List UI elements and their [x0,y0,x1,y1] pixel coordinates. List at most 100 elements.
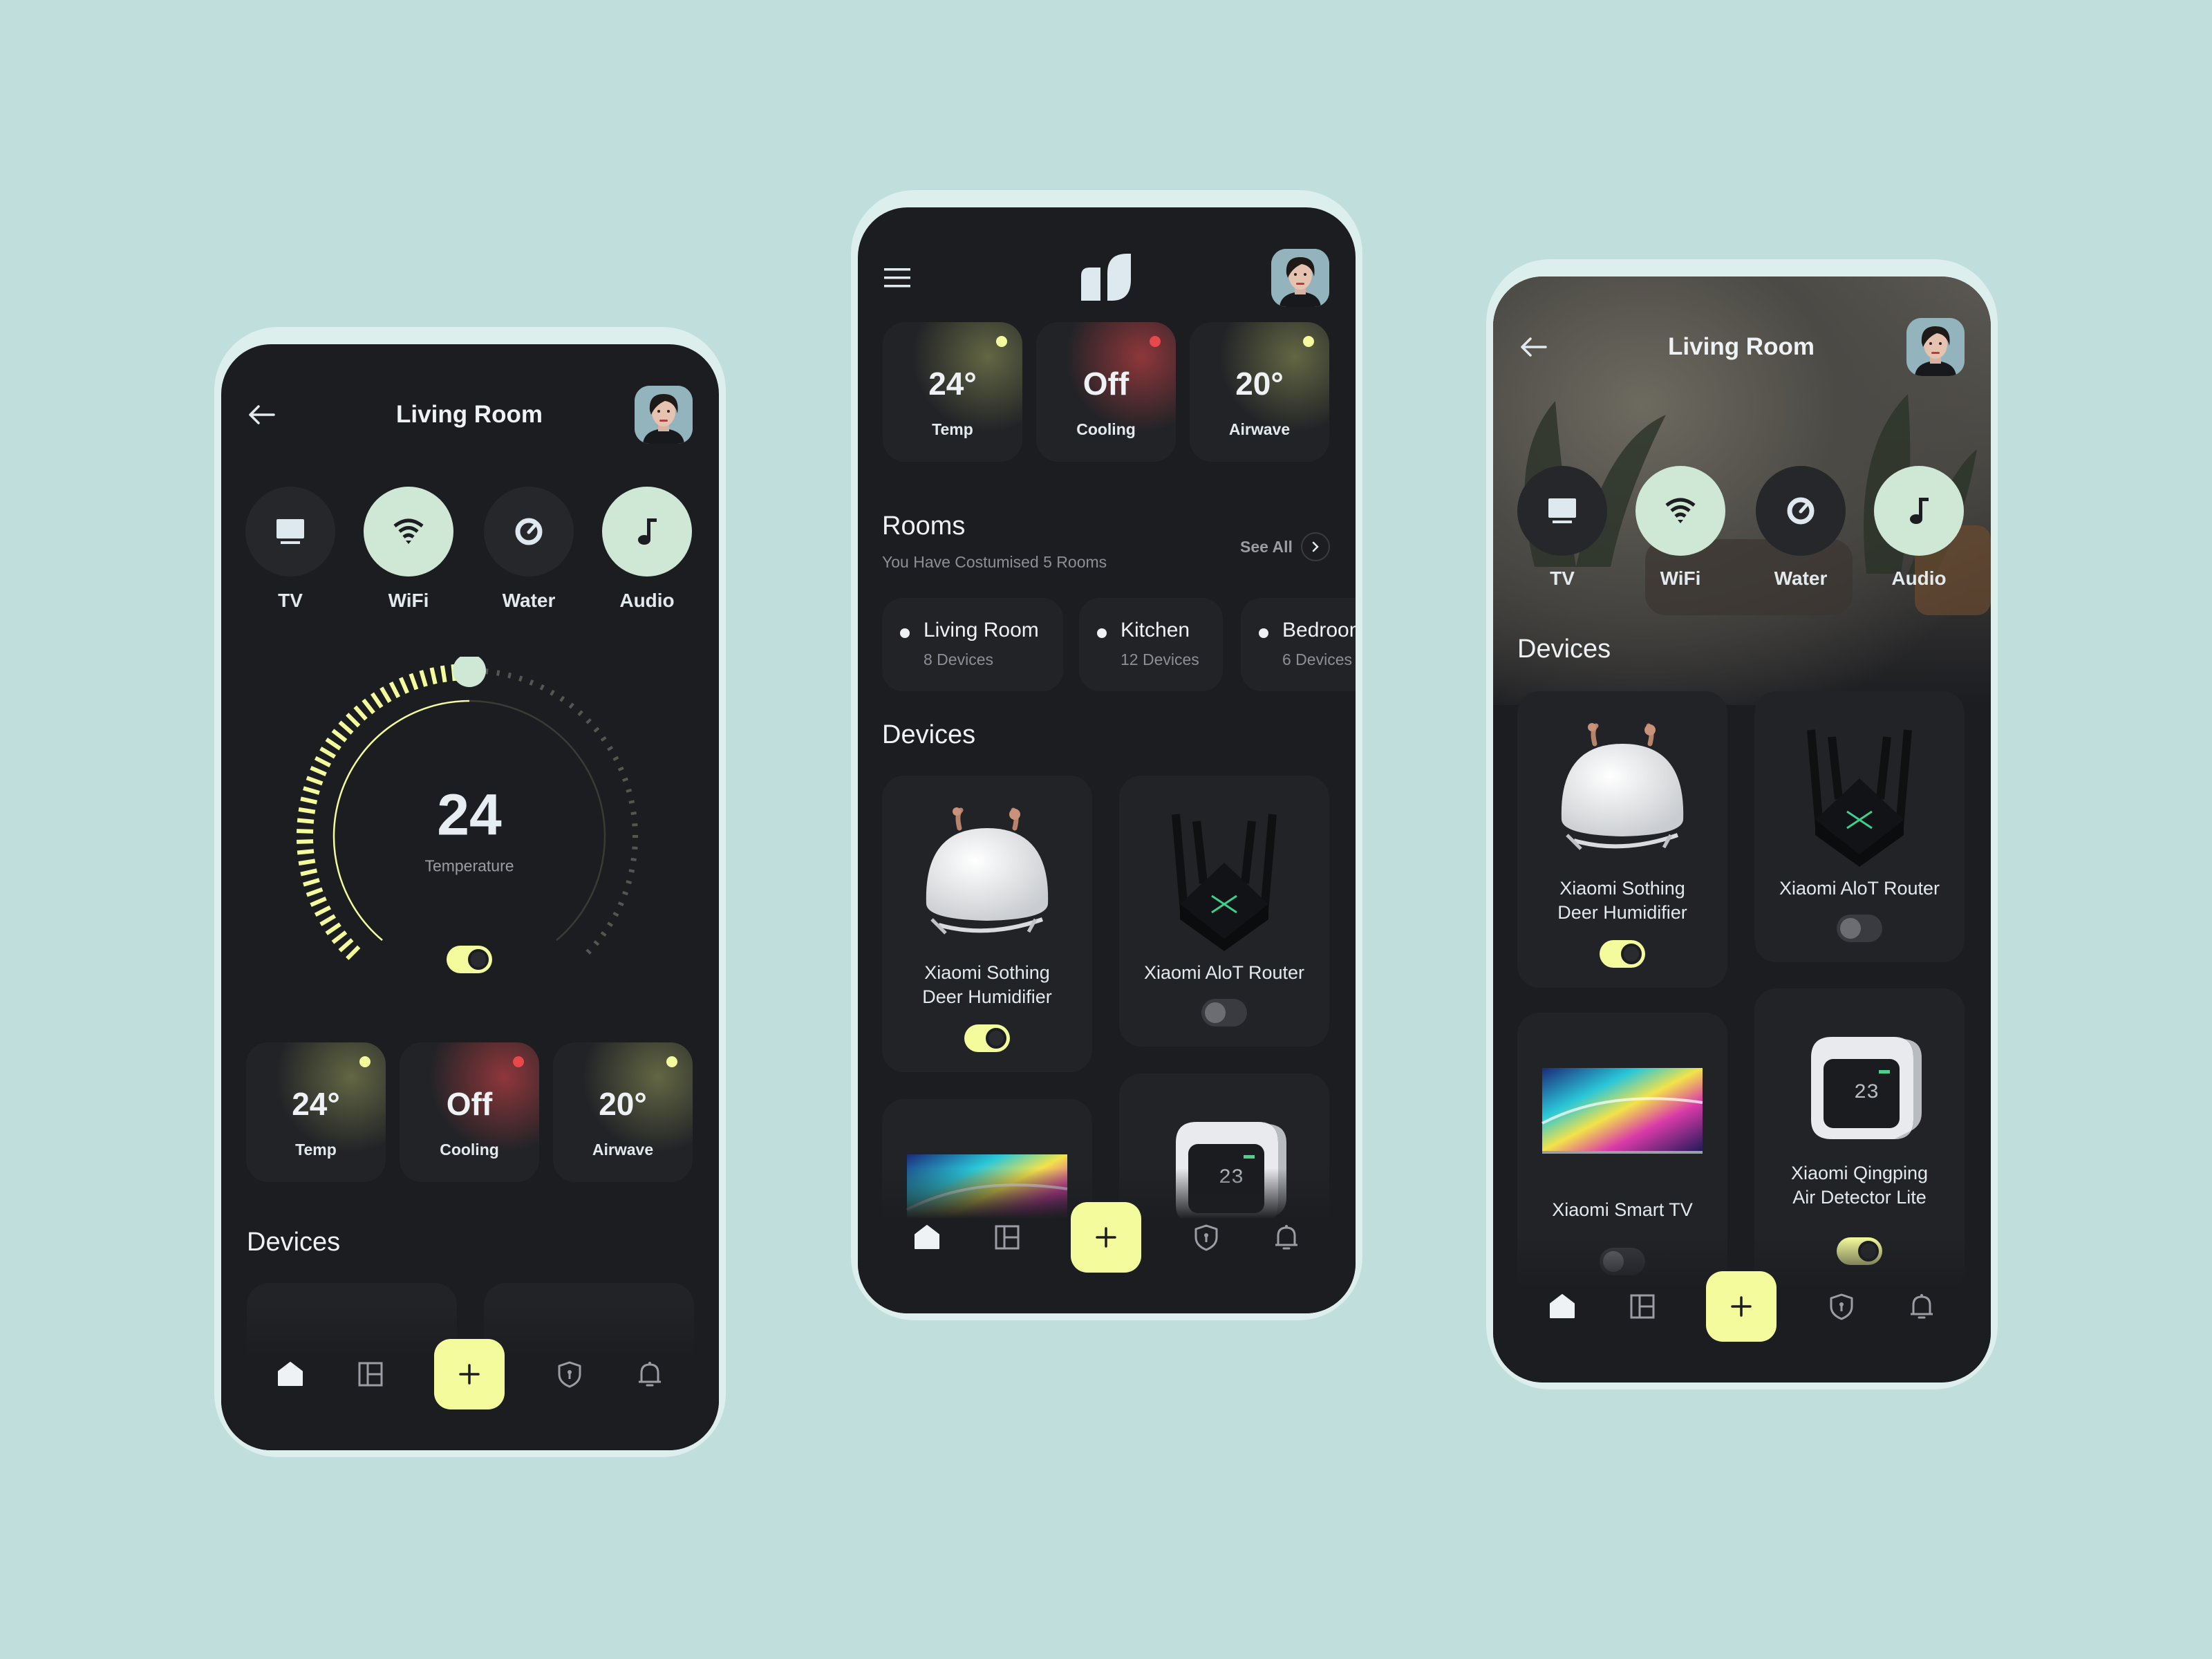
dial-tick-active [440,665,447,683]
thermostat-power-toggle[interactable] [447,946,492,973]
dial-tick-active [370,692,384,709]
menu-button[interactable] [884,264,915,292]
shield-icon [558,1361,581,1388]
rooms-icon [358,1362,383,1387]
dial-tick-active [379,686,392,703]
dial-tick-active [325,922,341,936]
nav-rooms[interactable] [348,1352,393,1396]
app-logo [1080,252,1132,306]
stat-card-cooling[interactable]: Off Cooling [1036,322,1176,462]
dial-tick-inactive [577,710,583,716]
bottom-navigation [858,1168,1356,1313]
phone-living-room-devices: Living Room TV WiFi Water Audio Devices Xiaomi… [1486,259,1998,1389]
stat-card-temp[interactable]: 24° Temp [246,1042,386,1182]
quick-toggle-wifi[interactable] [364,487,453,577]
nav-bell[interactable] [1264,1215,1309,1259]
tv-icon [276,519,304,544]
stat-label: Airwave [1228,420,1291,438]
toggle-knob [1840,918,1861,939]
wifi-icon [393,518,424,544]
nav-bell[interactable] [1900,1284,1944,1329]
shield-icon [1830,1293,1853,1320]
room-card-living-room[interactable]: Living Room 8 Devices [882,598,1063,691]
device-power-toggle[interactable] [1837,915,1882,942]
back-button[interactable] [247,401,278,429]
screen: Living Room TV WiFi Water Audio 24 Temperature… [221,344,719,1450]
add-device-button[interactable] [1706,1271,1777,1342]
nav-rooms[interactable] [985,1215,1029,1259]
stat-card-cooling[interactable]: Off Cooling [400,1042,539,1182]
quick-toggle-label: Water [1774,568,1828,589]
quick-toggle-wifi[interactable] [1635,466,1725,556]
add-device-button[interactable] [434,1339,505,1409]
nav-shield[interactable] [1819,1284,1864,1329]
nav-shield[interactable] [1184,1215,1228,1259]
quick-toggle-tv[interactable] [1517,466,1607,556]
dial-tick-inactive [593,727,600,733]
stat-card-airwave[interactable]: 20° Airwave [1190,322,1329,462]
dial-tick-active [298,807,316,814]
add-device-button[interactable] [1071,1202,1141,1273]
quick-toggle-audio[interactable] [602,487,692,577]
dial-tick-active [303,878,320,887]
dial-tick-inactive [622,777,628,782]
tv-icon [1548,498,1576,523]
dial-tick-active [419,670,428,687]
status-dot [1150,336,1161,347]
dial-tick-inactive [529,679,534,686]
device-name: Xiaomi Sothing Deer Humidifier [1557,878,1687,923]
back-button[interactable] [1519,333,1550,361]
nav-home[interactable] [1540,1284,1584,1329]
stat-card-airwave[interactable]: 20° Airwave [553,1042,693,1182]
dial-tick-inactive [617,901,624,907]
device-card-humidifier[interactable]: Xiaomi Sothing Deer Humidifier [1517,691,1727,988]
room-card-bedroom[interactable]: Bedroom 6 Devices [1241,598,1356,691]
stat-card-temp[interactable]: 24° Temp [883,322,1022,462]
music-note-icon [638,518,657,545]
room-card-kitchen[interactable]: Kitchen 12 Devices [1079,598,1223,691]
quick-toggle-tv[interactable] [245,487,335,577]
dial-tick-active [306,776,324,786]
device-image-humidifier [1546,716,1698,872]
hamburger-menu-icon [884,268,910,288]
device-card-humidifier[interactable]: Xiaomi Sothing Deer Humidifier [882,776,1092,1072]
device-card-router[interactable]: Xiaomi AloT Router [1754,691,1965,962]
device-card-router[interactable]: Xiaomi AloT Router [1119,776,1329,1047]
dial-tick-active [297,829,314,834]
dial-tick-active [298,859,316,866]
room-device-count: 8 Devices [924,650,993,668]
add-icon [1096,1227,1116,1248]
bell-icon [639,1362,661,1387]
device-power-toggle[interactable] [1201,999,1247,1027]
user-avatar[interactable] [1906,318,1965,376]
dial-tick-inactive [600,735,607,742]
nav-bell[interactable] [628,1352,672,1396]
user-avatar[interactable] [635,386,693,444]
home-icon [1550,1294,1575,1318]
shield-icon [1194,1224,1218,1251]
nav-rooms[interactable] [1620,1284,1665,1329]
dial-tick-inactive [632,846,638,850]
nav-home[interactable] [268,1352,312,1396]
status-dot [666,1056,677,1067]
quick-toggle-water[interactable] [1756,466,1846,556]
dial-tick-active [297,839,314,844]
user-avatar[interactable] [1271,249,1329,307]
dial-knob[interactable] [453,657,486,687]
toggle-knob [468,949,489,970]
dial-tick-inactive [612,912,619,917]
temperature-label: Temperature [424,856,514,875]
device-power-toggle[interactable] [1600,940,1645,968]
quick-toggle-label: WiFi [1660,568,1701,589]
dial-tick-inactive [585,718,592,724]
nav-shield[interactable] [547,1352,592,1396]
dial-tick-inactive [626,788,632,793]
home-icon [915,1225,939,1249]
quick-toggle-water[interactable] [484,487,574,577]
device-power-toggle[interactable] [964,1024,1010,1052]
quick-toggle-audio[interactable] [1874,466,1964,556]
see-all-link[interactable]: See All [1240,532,1330,561]
rooms-subtitle: You Have Costumised 5 Rooms [882,553,1107,571]
device-name: Xiaomi AloT Router [1143,962,1305,983]
nav-home[interactable] [905,1215,949,1259]
